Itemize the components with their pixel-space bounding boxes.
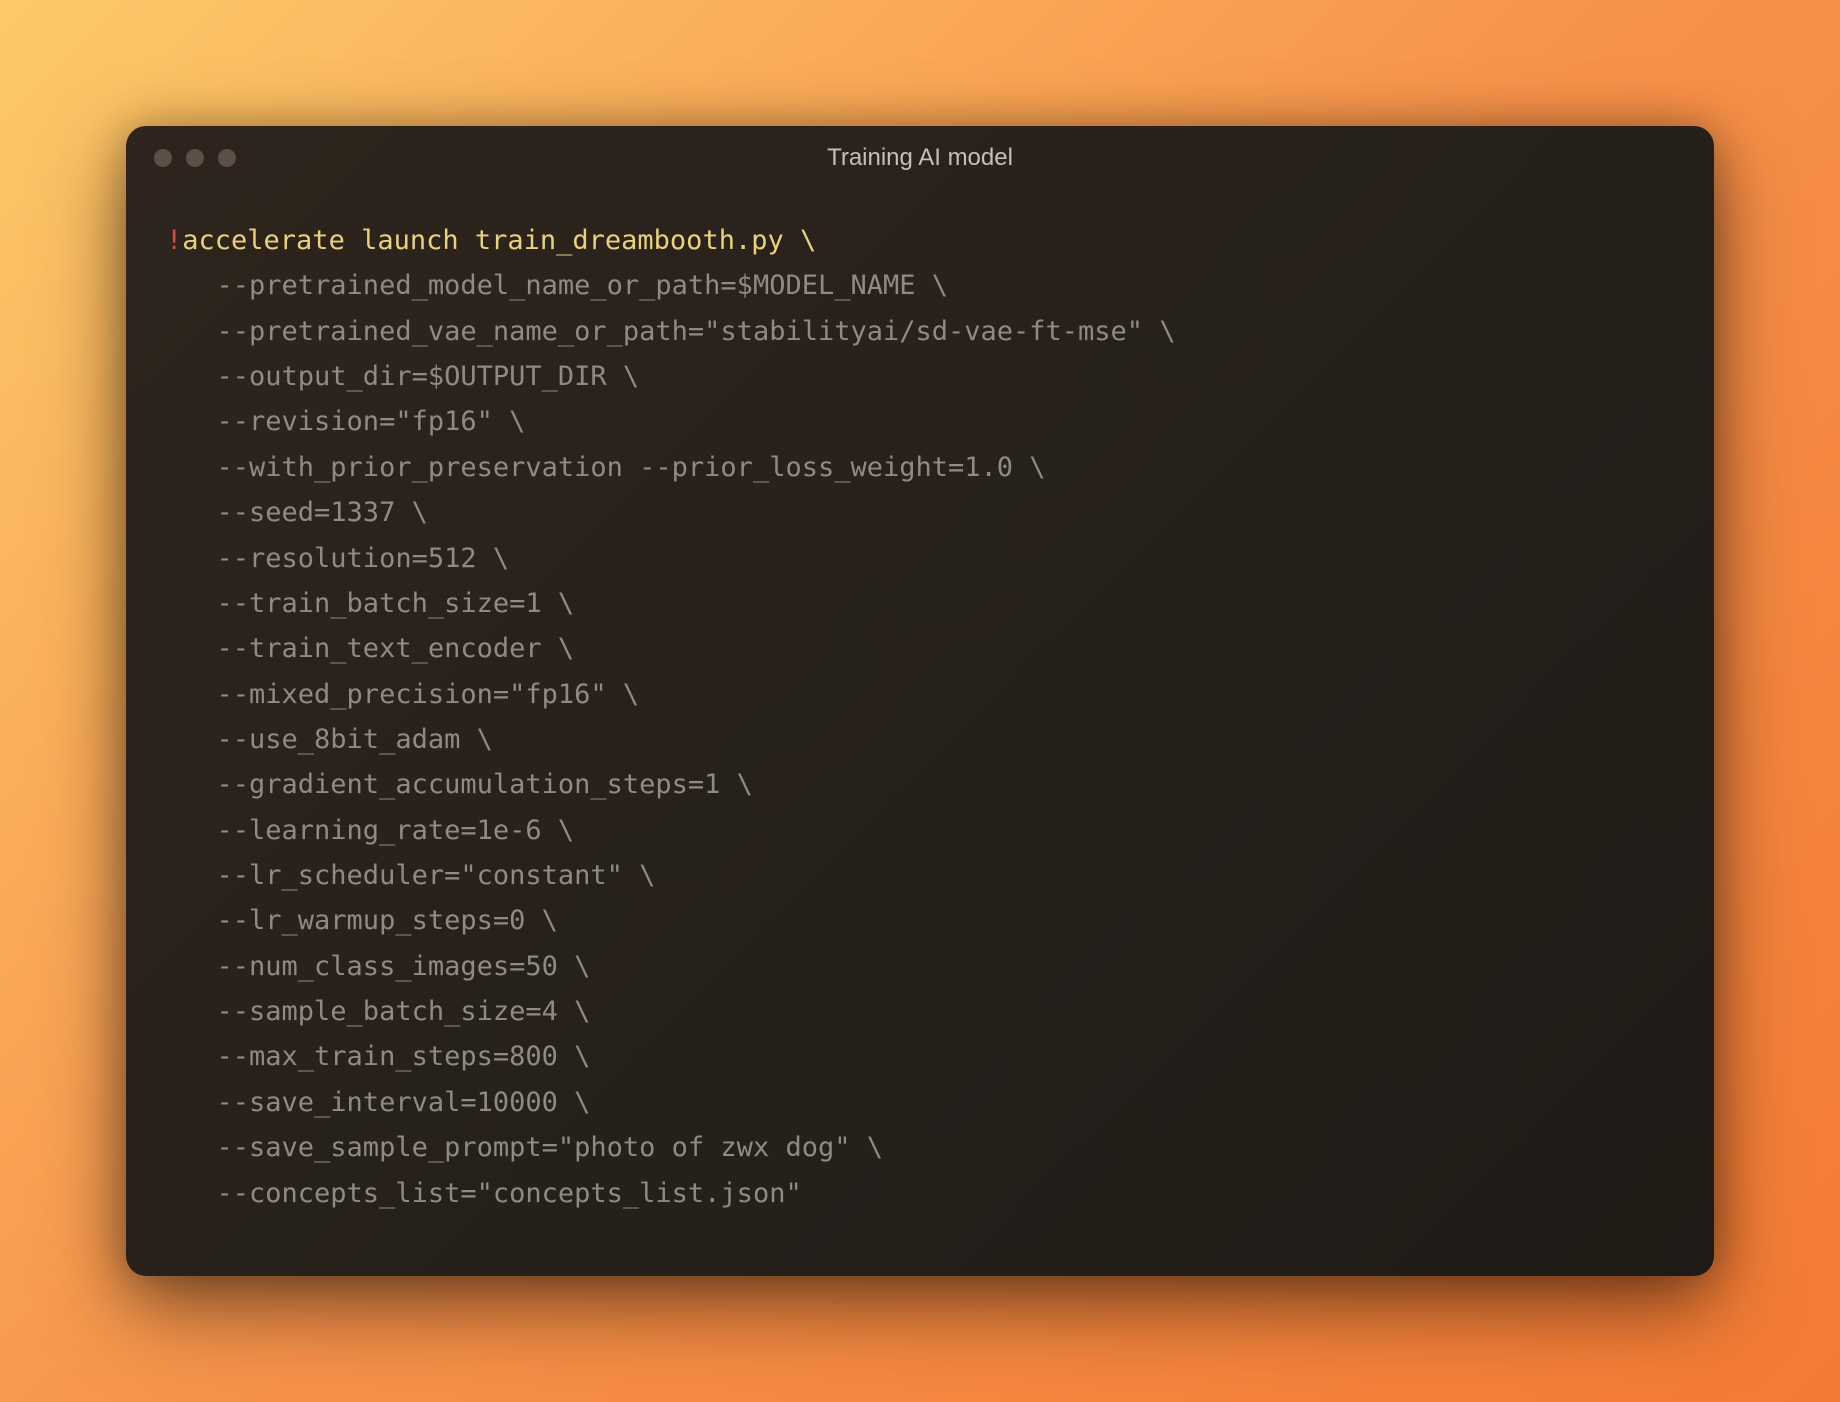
command: accelerate launch train_dreambooth.py	[182, 225, 783, 256]
titlebar: Training AI model	[126, 126, 1714, 190]
command-arg: --revision="fp16" \	[166, 399, 1674, 444]
command-arg: --sample_batch_size=4 \	[166, 989, 1674, 1034]
command-arg: --output_dir=$OUTPUT_DIR \	[166, 354, 1674, 399]
terminal-window: Training AI model !accelerate launch tra…	[126, 126, 1714, 1276]
command-arg: --use_8bit_adam \	[166, 717, 1674, 762]
command-arg: --lr_scheduler="constant" \	[166, 853, 1674, 898]
minimize-icon[interactable]	[186, 149, 204, 167]
command-arg: --resolution=512 \	[166, 536, 1674, 581]
command-arg: --gradient_accumulation_steps=1 \	[166, 762, 1674, 807]
command-arg: --train_batch_size=1 \	[166, 581, 1674, 626]
command-arg: --max_train_steps=800 \	[166, 1034, 1674, 1079]
command-arg: --with_prior_preservation --prior_loss_w…	[166, 445, 1674, 490]
command-arg: --save_sample_prompt="photo of zwx dog" …	[166, 1125, 1674, 1170]
command-arg: --train_text_encoder \	[166, 626, 1674, 671]
jupyter-bang: !	[166, 225, 182, 256]
traffic-lights	[154, 149, 236, 167]
command-arg: --lr_warmup_steps=0 \	[166, 898, 1674, 943]
window-title: Training AI model	[126, 144, 1714, 172]
terminal-content[interactable]: !accelerate launch train_dreambooth.py \…	[126, 190, 1714, 1276]
command-arg: --mixed_precision="fp16" \	[166, 672, 1674, 717]
command-arg: --num_class_images=50 \	[166, 944, 1674, 989]
close-icon[interactable]	[154, 149, 172, 167]
command-arg: --seed=1337 \	[166, 490, 1674, 535]
command-arg: --save_interval=10000 \	[166, 1080, 1674, 1125]
command-arg: --pretrained_model_name_or_path=$MODEL_N…	[166, 263, 1674, 308]
command-arg: --concepts_list="concepts_list.json"	[166, 1171, 1674, 1216]
line-continuation: \	[784, 225, 817, 256]
command-arg: --pretrained_vae_name_or_path="stability…	[166, 309, 1674, 354]
zoom-icon[interactable]	[218, 149, 236, 167]
command-arg: --learning_rate=1e-6 \	[166, 808, 1674, 853]
